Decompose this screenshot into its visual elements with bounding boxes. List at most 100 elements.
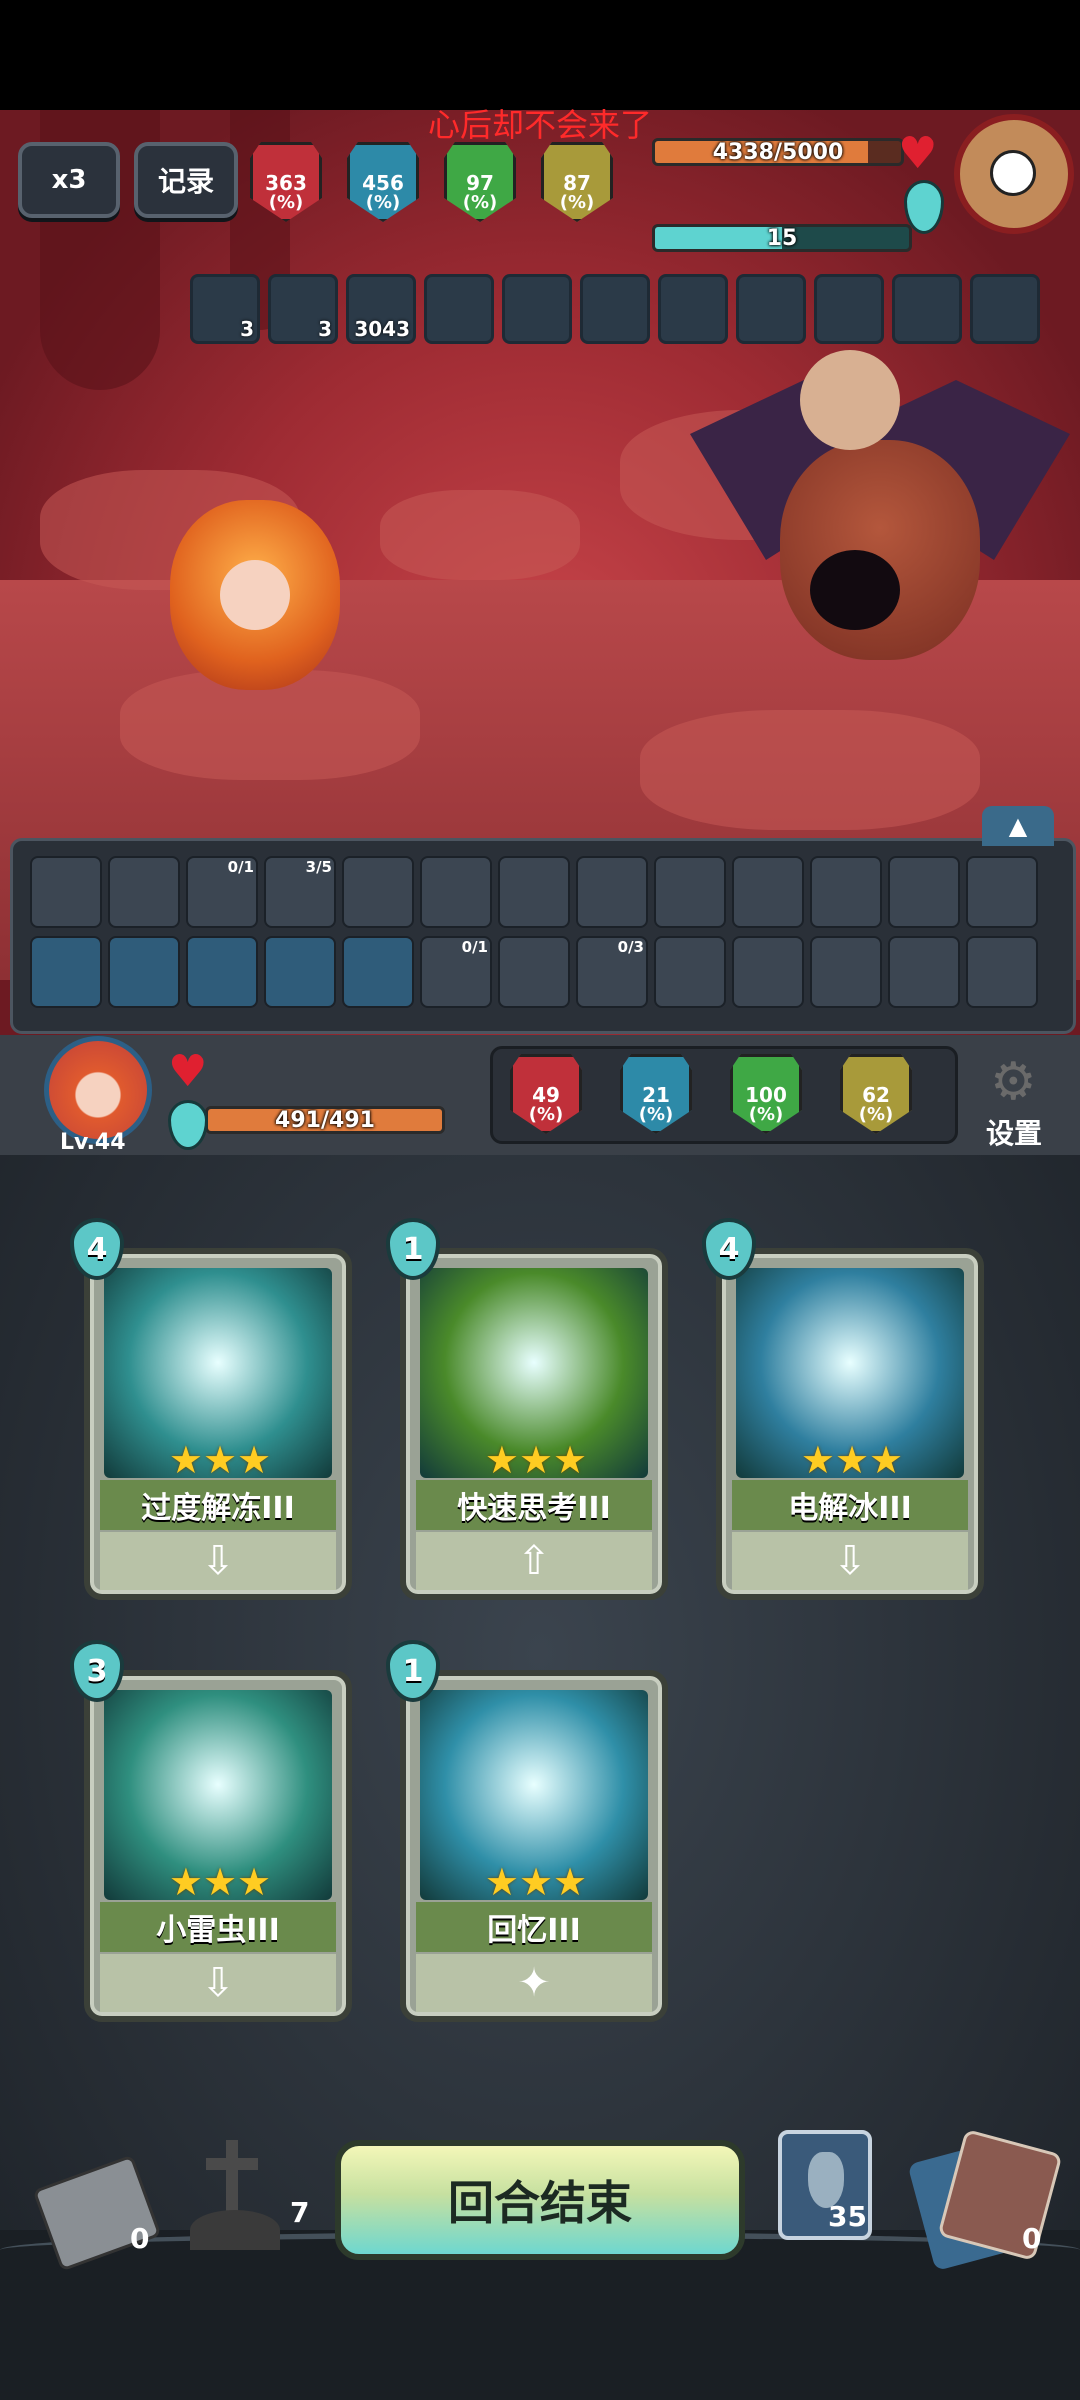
collapse-arrow-icon[interactable]: ▲ [982,806,1054,846]
leaf-icon[interactable] [810,936,882,1008]
stat-unit: (%) [748,1104,784,1125]
claw-icon[interactable] [30,856,102,928]
enemy-monster[interactable] [690,320,1070,720]
grave-pile-icon[interactable] [190,2140,280,2250]
skill-card[interactable]: ★★★ 过度解冻III ⇩ [84,1248,352,1600]
player-avatar[interactable] [44,1036,152,1144]
green-leaf-icon[interactable] [580,274,650,344]
spellbook-icon[interactable]: 0/3 [576,936,648,1008]
strawberry-icon[interactable] [498,936,570,1008]
stat-value: 21 [642,1083,670,1107]
grave-count: 7 [290,2196,310,2229]
axe-icon[interactable] [732,856,804,928]
feather-icon[interactable]: 0/1 [186,856,258,928]
enemy-portrait-avatar[interactable] [954,114,1074,234]
enemy-energy-bar: 15 [652,224,912,252]
blue-rune-icon[interactable] [30,936,102,1008]
rope-icon[interactable] [654,936,726,1008]
heart-icon: ♥ [168,1046,208,1097]
eye-icon [990,150,1036,196]
skill-card[interactable]: ★★★ 电解冰III ⇩ [716,1248,984,1600]
owl-icon[interactable] [888,856,960,928]
stat-value: 62 [862,1083,890,1107]
log-button[interactable]: 记录 [134,142,238,218]
player-hp-bar: 491/491 [205,1106,445,1134]
card-name: 小雷虫III [100,1902,336,1952]
stat-shield-icon: 62 (%) [840,1054,912,1134]
helmet-icon[interactable] [420,856,492,928]
rock [640,710,980,830]
relic-row-2: 0/1 0/3 [30,936,1038,1008]
bomb-icon[interactable] [966,936,1038,1008]
stat-unit: (%) [268,192,304,213]
card-upgrade-arrow-icon: ⇧ [416,1532,652,1590]
adventurer-icon[interactable]: 0/1 [420,936,492,1008]
gear-icon: ⚙ [990,1052,1037,1112]
stat-unit: (%) [858,1104,894,1125]
status-count: 3 [240,317,254,341]
crystal-icon[interactable] [810,856,882,928]
stat-value: 100 [745,1083,787,1107]
status-bar-area [0,0,1080,110]
relic-count: 0/1 [227,858,254,876]
skill-card[interactable]: ★★★ 快速思考III ⇧ [400,1248,668,1600]
discard-count: 0 [1022,2222,1042,2255]
spiral-icon[interactable]: 3043 [346,274,416,344]
rock [380,490,580,580]
skill-card[interactable]: ★★★ 小雷虫III ⇩ [84,1670,352,2022]
speed-button[interactable]: x3 [18,142,120,218]
rice-ball-icon[interactable] [966,856,1038,928]
relic-count: 0/1 [461,938,488,956]
orb-icon[interactable] [654,856,726,928]
player-level: Lv.44 [60,1130,126,1155]
blue-rune-icon[interactable] [108,936,180,1008]
stat-unit: (%) [462,192,498,213]
stat-unit: (%) [638,1104,674,1125]
card-name: 过度解冻III [100,1480,336,1530]
enemy-hp-text: 4338/5000 [712,139,844,165]
red-mask-icon[interactable] [342,856,414,928]
log-label: 记录 [157,165,214,198]
mirror-icon[interactable] [108,856,180,928]
enemy-energy-text: 15 [766,225,798,251]
relic-count: 3/5 [305,858,332,876]
relic-count: 0/3 [617,938,644,956]
green-leaf-icon[interactable] [502,274,572,344]
card-name: 电解冰III [732,1480,968,1530]
blue-rune-icon[interactable] [342,936,414,1008]
stat-shield-icon: 21 (%) [620,1054,692,1134]
star-rating: ★★★ [168,1438,272,1482]
end-turn-button[interactable]: 回合结束 [335,2140,745,2260]
enemy-hp-bar: 4338/5000 [652,138,904,166]
book-icon[interactable] [424,274,494,344]
player-character[interactable] [150,480,360,710]
heart-icon: ♥ [898,128,938,179]
blue-rune-icon[interactable] [186,936,258,1008]
skill-card[interactable]: ★★★ 回忆III ✦ [400,1670,668,2022]
stat-unit: (%) [528,1104,564,1125]
player-hp-text: 491/491 [275,1107,375,1133]
blue-rune-icon[interactable] [264,936,336,1008]
relic-row-1: 0/1 3/5 [30,856,1038,928]
hourglass-icon[interactable] [888,936,960,1008]
shield-round-icon[interactable] [576,856,648,928]
card-upgrade-arrow-icon: ⇩ [100,1954,336,2012]
card-name: 回忆III [416,1902,652,1952]
stat-shield-icon: 363 (%) [250,142,322,222]
exhaust-count: 0 [130,2222,150,2255]
stat-shield-icon: 87 (%) [541,142,613,222]
skull-card-icon[interactable] [732,936,804,1008]
status-count: 3 [318,317,332,341]
stat-value: 49 [532,1083,560,1107]
stat-shield-icon: 456 (%) [347,142,419,222]
monster-head [800,350,900,450]
fire-icon[interactable]: 3 [268,274,338,344]
doll-icon[interactable] [498,856,570,928]
shield-icon[interactable]: 3 [190,274,260,344]
stat-value: 363 [265,171,307,195]
stat-value: 97 [466,171,494,195]
settings-button[interactable]: ⚙ 设置 [980,1052,1050,1150]
card-name: 快速思考III [416,1480,652,1530]
ring-icon[interactable]: 3/5 [264,856,336,928]
player-face [220,560,290,630]
